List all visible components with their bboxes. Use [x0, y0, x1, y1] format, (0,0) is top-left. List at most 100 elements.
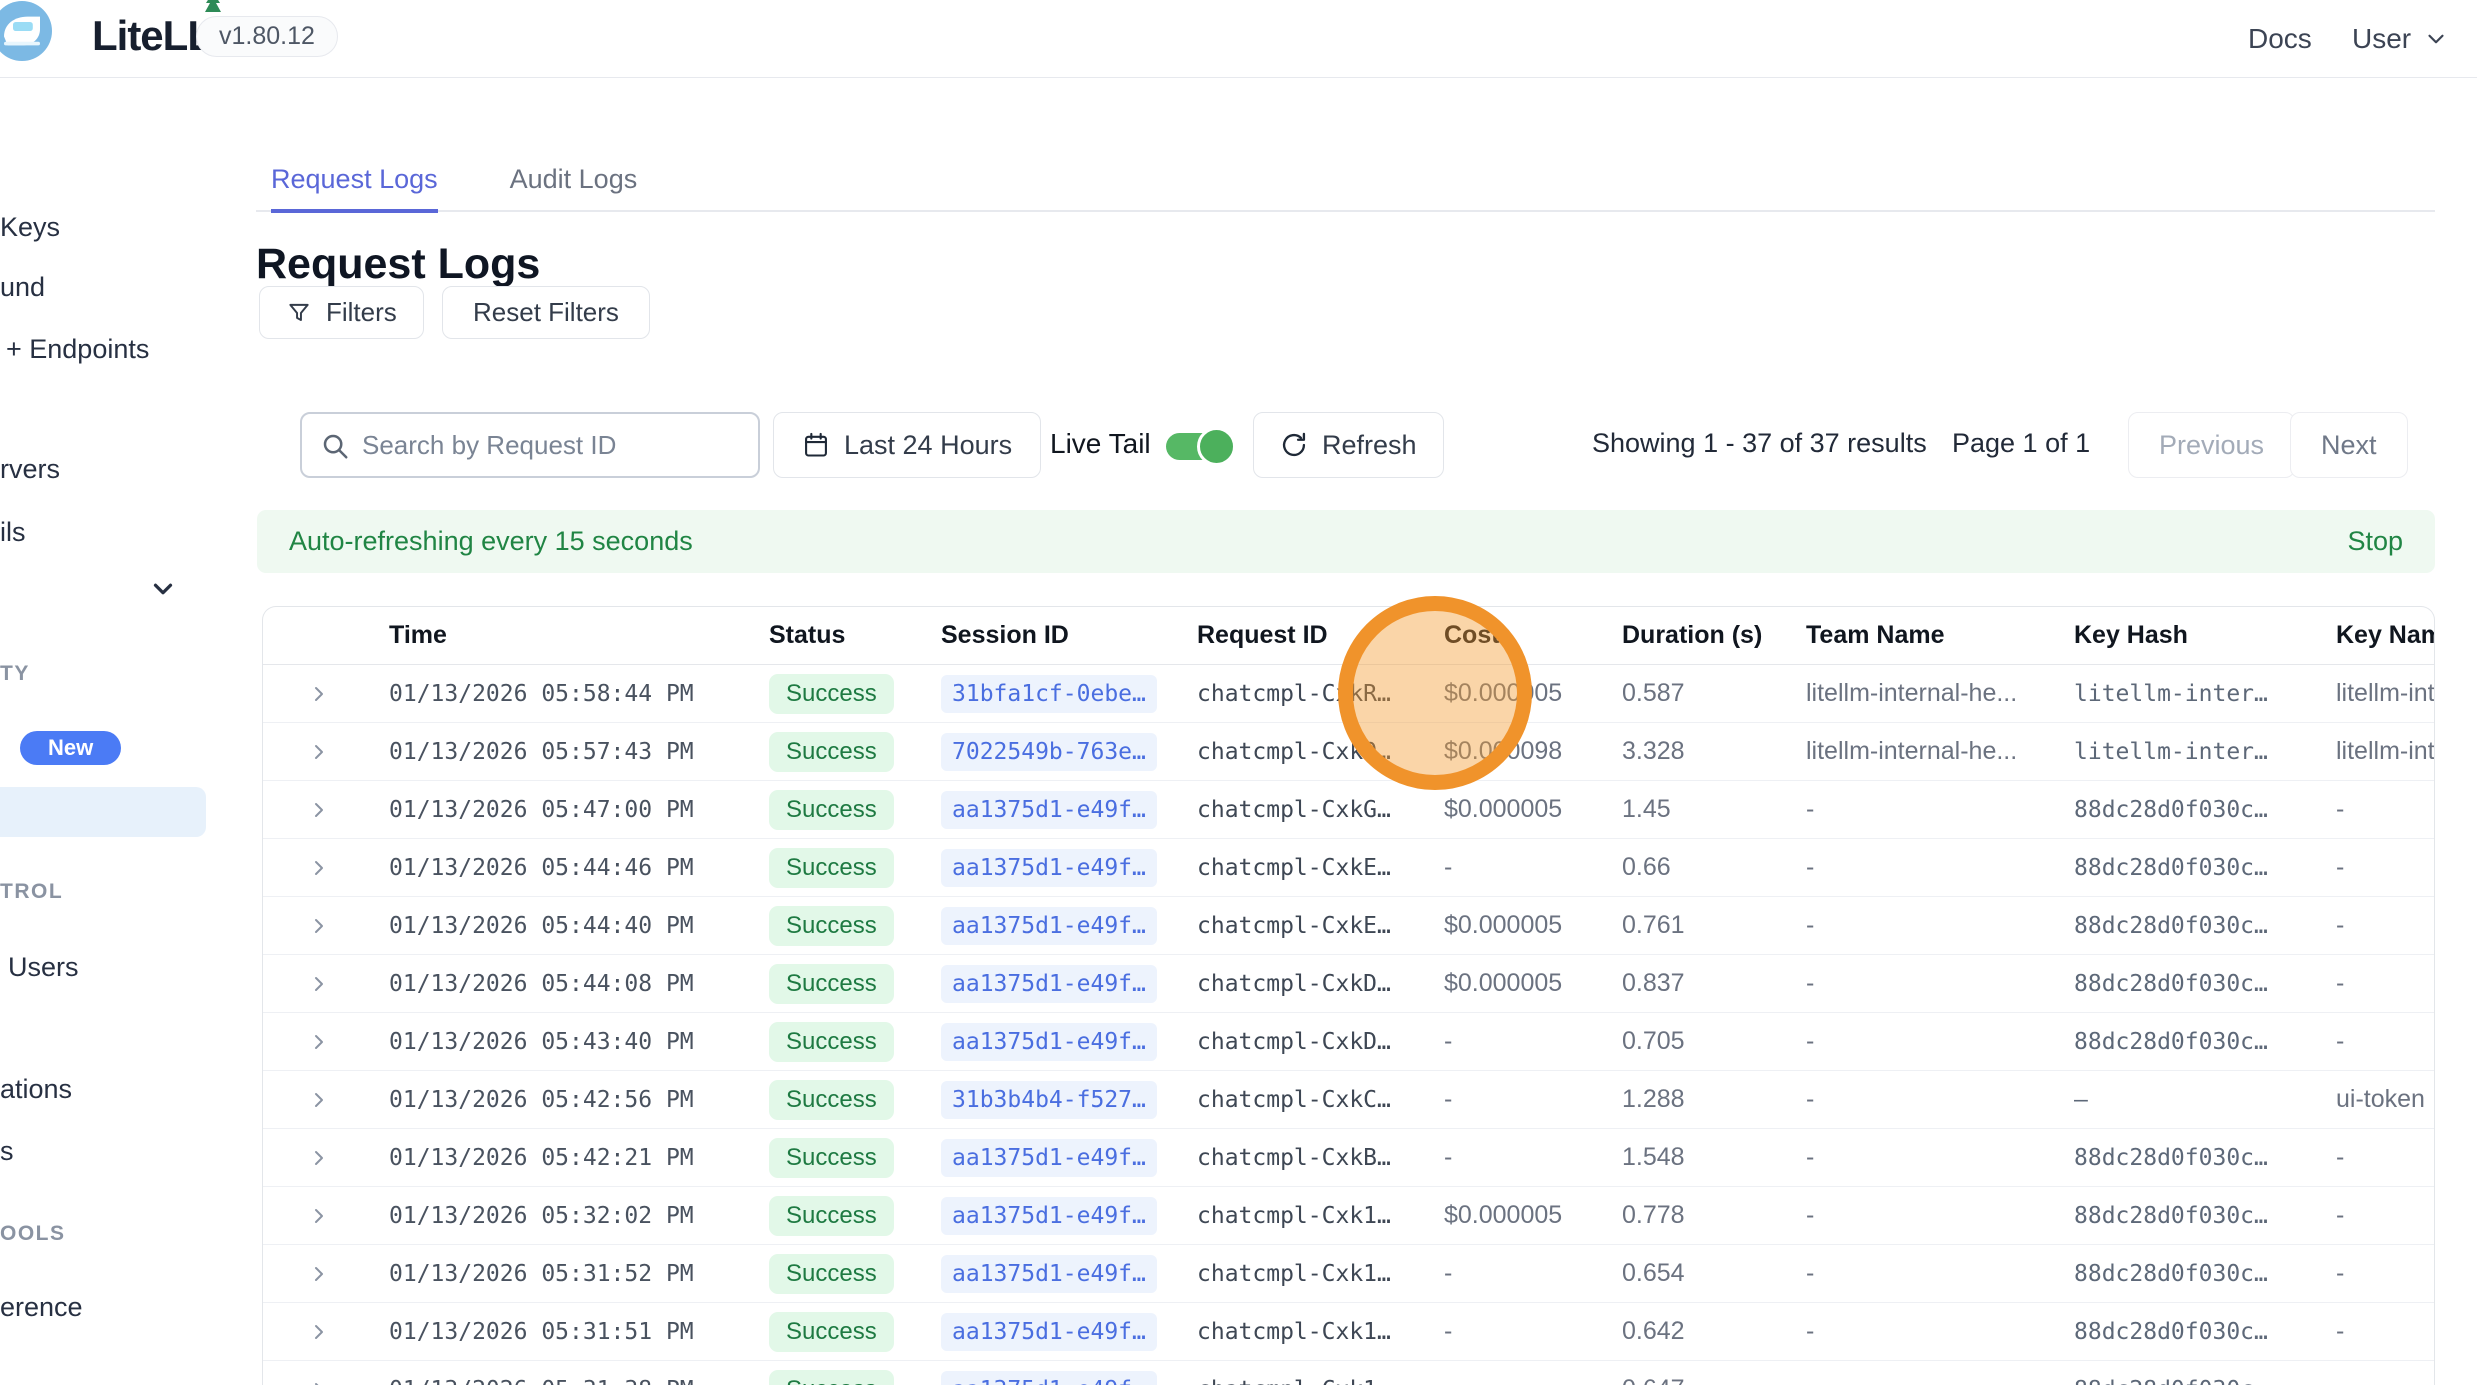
session-id-link[interactable]: aa1375d1-e49f…	[941, 907, 1157, 945]
key-hash-cell: litellm-inter…	[2056, 681, 2318, 707]
sidebar-item[interactable]: s	[0, 1136, 14, 1167]
session-cell: 7022549b-763e…	[923, 733, 1179, 771]
expand-row-cell[interactable]	[263, 1030, 371, 1054]
status-badge: Success	[769, 906, 894, 946]
sidebar-new-badge[interactable]: New	[20, 731, 121, 765]
team-name-cell: -	[1788, 1317, 2056, 1346]
refresh-icon	[1280, 431, 1308, 459]
sidebar-item-active[interactable]	[0, 787, 206, 837]
duration-cell: 0.761	[1604, 911, 1788, 940]
request-id-cell: chatcmpl-CxkQ…	[1179, 739, 1426, 765]
sidebar-item[interactable]: Users	[8, 952, 79, 983]
expand-row-cell[interactable]	[263, 856, 371, 880]
sidebar-item[interactable]: ils	[0, 517, 26, 548]
expand-row-cell[interactable]	[263, 740, 371, 764]
table-row[interactable]: 01/13/2026 05:43:40 PMSuccessaa1375d1-e4…	[263, 1013, 2434, 1071]
expand-row-cell[interactable]	[263, 1262, 371, 1286]
sidebar-item[interactable]: Keys	[0, 212, 60, 243]
duration-cell: 0.66	[1604, 853, 1788, 882]
filters-label: Filters	[326, 297, 397, 328]
time-cell: 01/13/2026 05:58:44 PM	[371, 681, 751, 707]
next-page-button[interactable]: Next	[2290, 412, 2408, 478]
search-icon	[320, 431, 350, 461]
expand-row-cell[interactable]	[263, 1146, 371, 1170]
session-cell: aa1375d1-e49f…	[923, 1255, 1179, 1293]
table-row[interactable]: 01/13/2026 05:31:52 PMSuccessaa1375d1-e4…	[263, 1245, 2434, 1303]
column-header: Duration (s)	[1604, 621, 1788, 650]
version-badge: v1.80.12	[196, 16, 338, 57]
session-id-link[interactable]: aa1375d1-e49f…	[941, 1139, 1157, 1177]
cost-cell: -	[1426, 1143, 1604, 1172]
session-id-link[interactable]: aa1375d1-e49f…	[941, 1371, 1157, 1385]
session-cell: aa1375d1-e49f…	[923, 1197, 1179, 1235]
sidebar-item[interactable]: erence	[0, 1292, 83, 1323]
expand-row-cell[interactable]	[263, 1378, 371, 1385]
session-id-link[interactable]: 31b3b4b4-f527…	[941, 1081, 1157, 1119]
table-row[interactable]: 01/13/2026 05:47:00 PMSuccessaa1375d1-e4…	[263, 781, 2434, 839]
table-row[interactable]: 01/13/2026 05:42:56 PMSuccess31b3b4b4-f5…	[263, 1071, 2434, 1129]
sidebar-collapse-chevron-icon[interactable]	[148, 574, 182, 604]
status-cell: Success	[751, 964, 923, 1004]
request-id-cell: chatcmpl-CxkR…	[1179, 681, 1426, 707]
duration-cell: 0.647	[1604, 1375, 1788, 1385]
table-row[interactable]: 01/13/2026 05:58:44 PMSuccess31bfa1cf-0e…	[263, 665, 2434, 723]
expand-row-cell[interactable]	[263, 914, 371, 938]
table-row[interactable]: 01/13/2026 05:57:43 PMSuccess7022549b-76…	[263, 723, 2434, 781]
search-input[interactable]	[362, 416, 752, 474]
session-id-link[interactable]: aa1375d1-e49f…	[941, 791, 1157, 829]
table-row[interactable]: 01/13/2026 05:44:40 PMSuccessaa1375d1-e4…	[263, 897, 2434, 955]
sidebar-item[interactable]: und	[0, 272, 45, 303]
duration-cell: 0.642	[1604, 1317, 1788, 1346]
session-id-link[interactable]: aa1375d1-e49f…	[941, 849, 1157, 887]
expand-row-cell[interactable]	[263, 798, 371, 822]
request-logs-table: TimeStatusSession IDRequest IDCostDurati…	[262, 606, 2435, 1385]
session-id-link[interactable]: 7022549b-763e…	[941, 733, 1157, 771]
session-id-link[interactable]: aa1375d1-e49f…	[941, 1313, 1157, 1351]
nav-docs-link[interactable]: Docs	[2248, 23, 2312, 55]
status-badge: Success	[769, 848, 894, 888]
filters-button[interactable]: Filters	[259, 286, 424, 339]
request-id-cell: chatcmpl-CxkE…	[1179, 855, 1426, 881]
session-id-link[interactable]: aa1375d1-e49f…	[941, 1023, 1157, 1061]
expand-row-cell[interactable]	[263, 972, 371, 996]
cost-cell: $0.000005	[1426, 911, 1604, 940]
expand-row-cell[interactable]	[263, 1088, 371, 1112]
live-tail-toggle[interactable]	[1166, 433, 1228, 460]
time-range-button[interactable]: Last 24 Hours	[773, 412, 1041, 478]
sidebar-item[interactable]: + Endpoints	[6, 334, 149, 365]
session-cell: aa1375d1-e49f…	[923, 791, 1179, 829]
session-id-link[interactable]: 31bfa1cf-0ebe…	[941, 675, 1157, 713]
session-id-link[interactable]: aa1375d1-e49f…	[941, 1197, 1157, 1235]
status-cell: Success	[751, 1022, 923, 1062]
time-cell: 01/13/2026 05:44:08 PM	[371, 971, 751, 997]
session-cell: 31bfa1cf-0ebe…	[923, 675, 1179, 713]
key-hash-cell: 88dc28d0f030c…	[2056, 1145, 2318, 1171]
expand-row-cell[interactable]	[263, 1320, 371, 1344]
table-row[interactable]: 01/13/2026 05:31:51 PMSuccessaa1375d1-e4…	[263, 1303, 2434, 1361]
session-id-link[interactable]: aa1375d1-e49f…	[941, 965, 1157, 1003]
table-row[interactable]: 01/13/2026 05:44:46 PMSuccessaa1375d1-e4…	[263, 839, 2434, 897]
expand-row-cell[interactable]	[263, 1204, 371, 1228]
key-name-cell: -	[2318, 969, 2434, 998]
tab-request-logs[interactable]: Request Logs	[271, 150, 438, 213]
status-cell: Success	[751, 790, 923, 830]
toggle-knob-icon	[1197, 427, 1236, 466]
refresh-label: Refresh	[1322, 430, 1417, 461]
refresh-button[interactable]: Refresh	[1253, 412, 1444, 478]
table-row[interactable]: 01/13/2026 05:32:02 PMSuccessaa1375d1-e4…	[263, 1187, 2434, 1245]
expand-row-cell[interactable]	[263, 682, 371, 706]
tab-audit-logs[interactable]: Audit Logs	[510, 150, 638, 210]
previous-page-button[interactable]: Previous	[2128, 412, 2295, 478]
table-row[interactable]: 01/13/2026 05:42:21 PMSuccessaa1375d1-e4…	[263, 1129, 2434, 1187]
status-cell: Success	[751, 1254, 923, 1294]
sidebar-item[interactable]: rvers	[0, 454, 60, 485]
table-row[interactable]: 01/13/2026 05:31:38 PMSuccessaa1375d1-e4…	[263, 1361, 2434, 1385]
session-id-link[interactable]: aa1375d1-e49f…	[941, 1255, 1157, 1293]
table-row[interactable]: 01/13/2026 05:44:08 PMSuccess aa1375d1-e4…	[263, 955, 2434, 1013]
sidebar-section-label: TY	[0, 662, 30, 686]
reset-filters-button[interactable]: Reset Filters	[442, 286, 650, 339]
user-menu[interactable]: User	[2352, 23, 2449, 55]
sidebar-item[interactable]: ations	[0, 1074, 72, 1105]
stop-auto-refresh-button[interactable]: Stop	[2347, 526, 2403, 557]
team-name-cell: -	[1788, 969, 2056, 998]
